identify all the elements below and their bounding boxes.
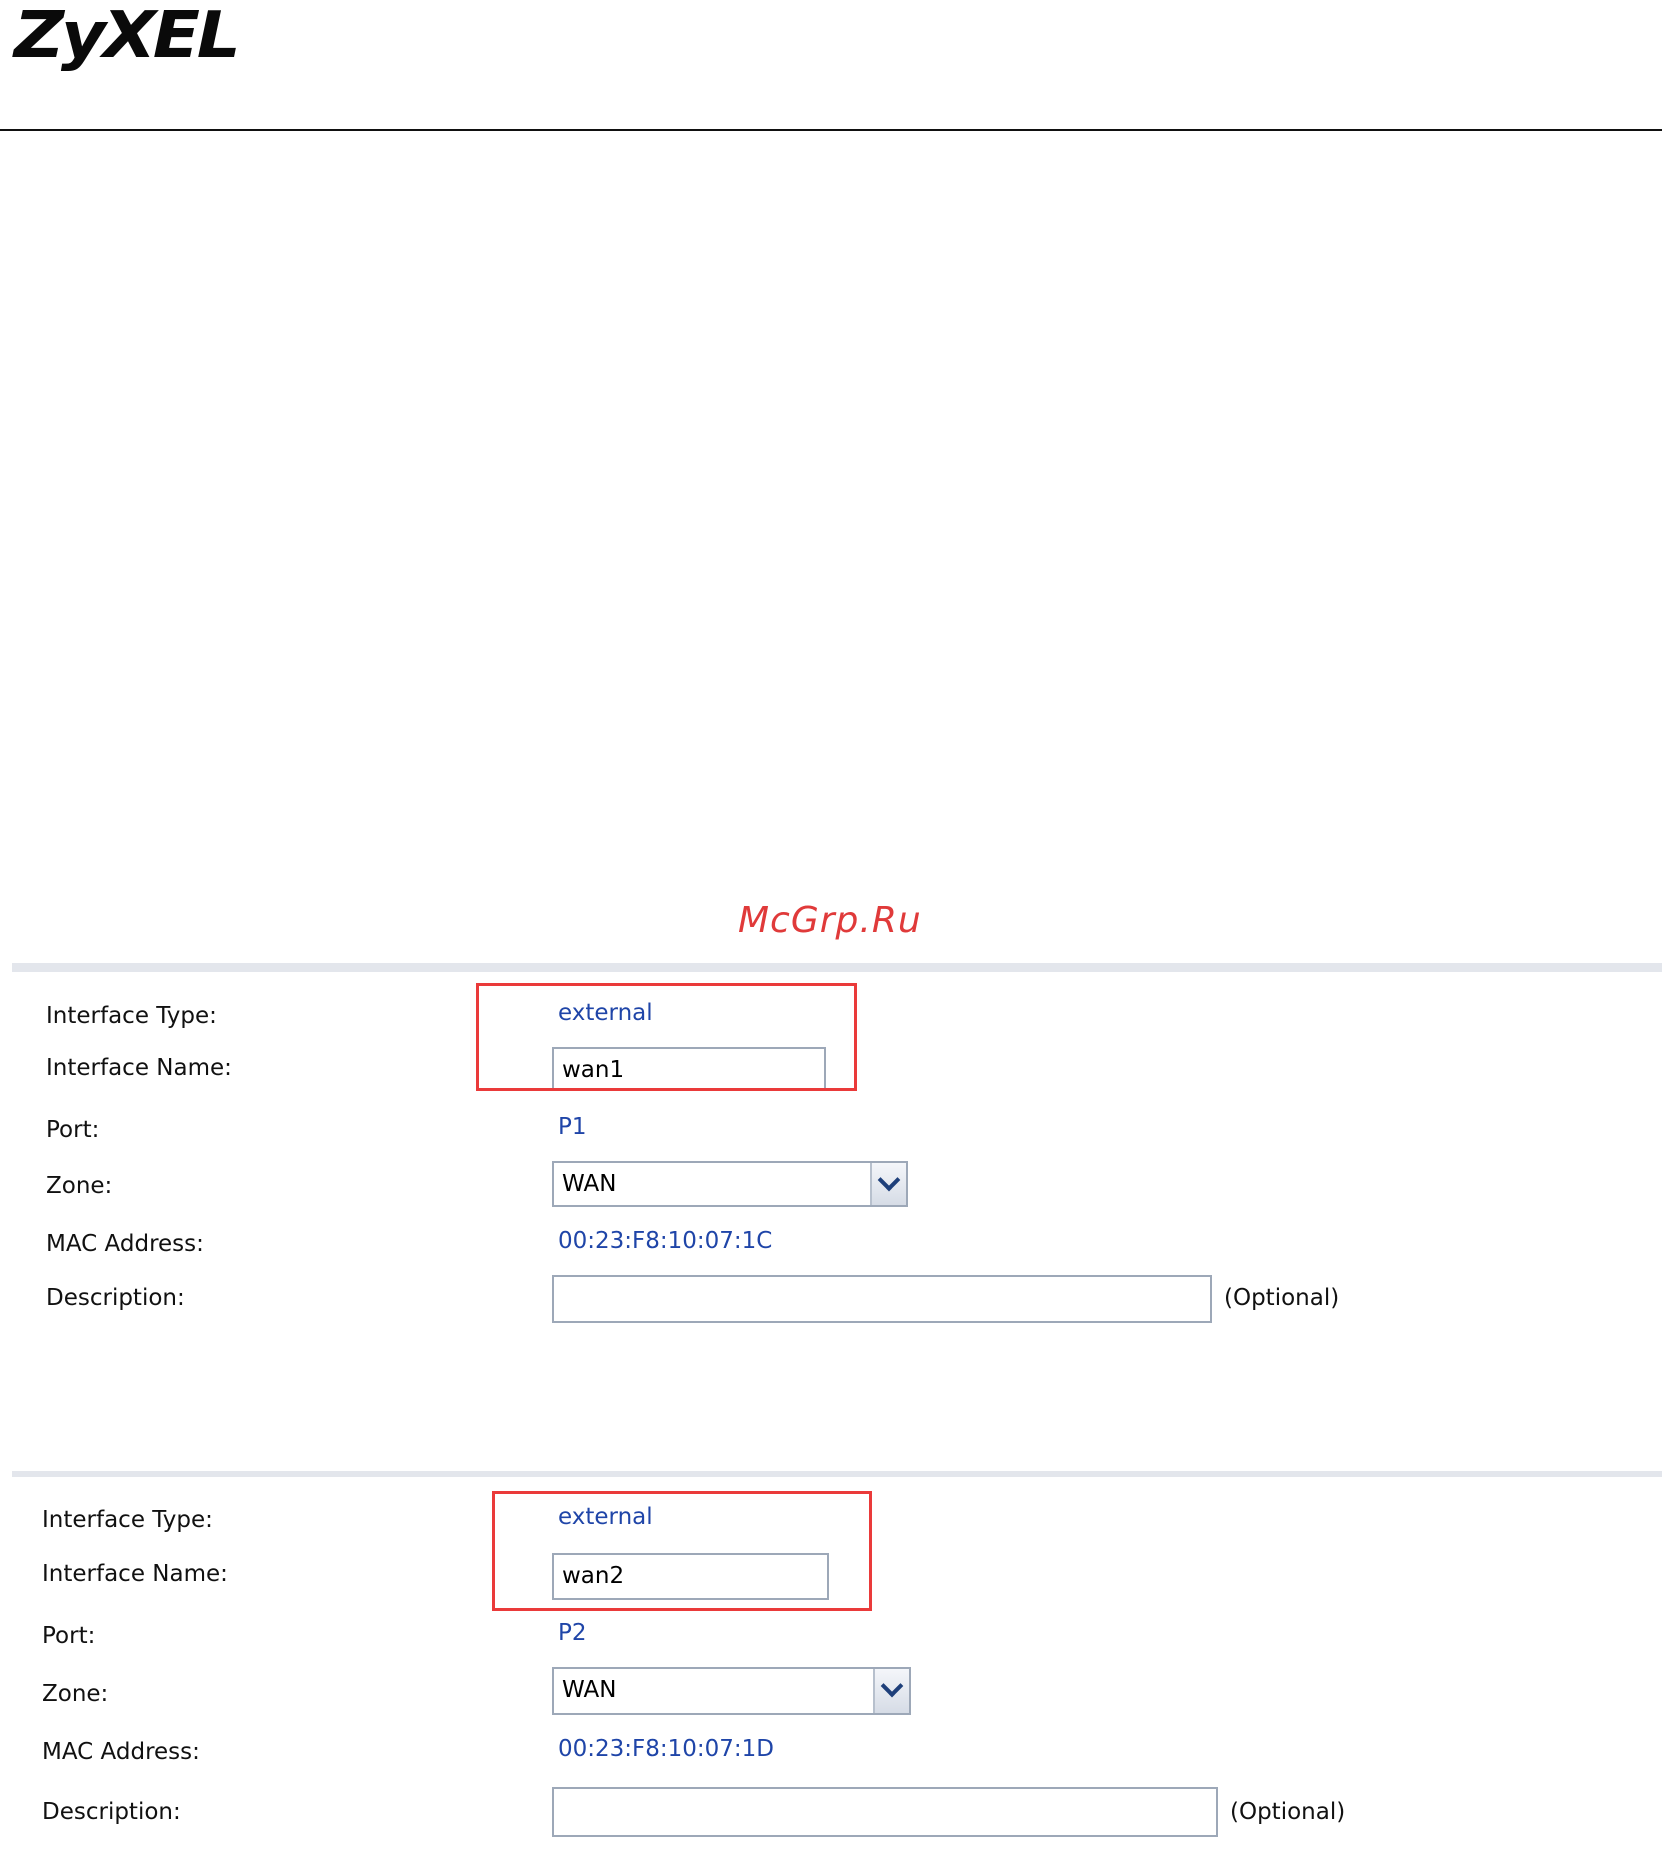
zone-label: Zone: (42, 1681, 109, 1707)
zone-select[interactable]: WAN (552, 1161, 908, 1207)
row-mac-address: MAC Address: 00:23:F8:10:07:1D (12, 1731, 1662, 1771)
zyxel-logo: ZyXEL (14, 0, 241, 73)
port-label: Port: (42, 1623, 96, 1649)
watermark: McGrp.Ru (738, 900, 922, 941)
port-label: Port: (46, 1117, 100, 1143)
chevron-down-icon (877, 1168, 901, 1192)
zone-dropdown-button[interactable] (870, 1163, 906, 1205)
port-value: P2 (558, 1620, 587, 1646)
header-divider (0, 129, 1662, 131)
description-label: Description: (42, 1799, 181, 1825)
zone-select[interactable]: WAN (552, 1667, 911, 1715)
description-input[interactable] (552, 1787, 1218, 1837)
mac-address-value: 00:23:F8:10:07:1C (558, 1228, 773, 1254)
optional-hint: (Optional) (1230, 1799, 1346, 1825)
row-zone: Zone: WAN (12, 1161, 1662, 1207)
row-description: Description: (Optional) (12, 1275, 1662, 1323)
zone-selected-value: WAN (562, 1171, 617, 1197)
panel-divider (12, 1471, 1662, 1477)
row-zone: Zone: WAN (12, 1667, 1662, 1715)
row-mac-address: MAC Address: 00:23:F8:10:07:1C (12, 1223, 1662, 1263)
mac-address-value: 00:23:F8:10:07:1D (558, 1736, 775, 1762)
zone-dropdown-button[interactable] (873, 1669, 909, 1713)
description-input[interactable] (552, 1275, 1212, 1323)
panel-divider (12, 963, 1662, 972)
row-port: Port: P1 (12, 1109, 1662, 1149)
highlight-box (476, 983, 857, 1091)
interface-type-label: Interface Type: (46, 1003, 217, 1029)
row-description: Description: (Optional) (12, 1787, 1662, 1837)
interface-type-label: Interface Type: (42, 1507, 213, 1533)
zone-label: Zone: (46, 1173, 113, 1199)
highlight-box (492, 1491, 872, 1611)
mac-address-label: MAC Address: (42, 1739, 200, 1765)
chevron-down-icon (880, 1674, 904, 1698)
row-port: Port: P2 (12, 1615, 1662, 1655)
mac-address-label: MAC Address: (46, 1231, 204, 1257)
interface-name-label: Interface Name: (42, 1561, 228, 1587)
optional-hint: (Optional) (1224, 1285, 1340, 1311)
description-label: Description: (46, 1285, 185, 1311)
zone-selected-value: WAN (562, 1677, 617, 1703)
port-value: P1 (558, 1114, 587, 1140)
interface-name-label: Interface Name: (46, 1055, 232, 1081)
